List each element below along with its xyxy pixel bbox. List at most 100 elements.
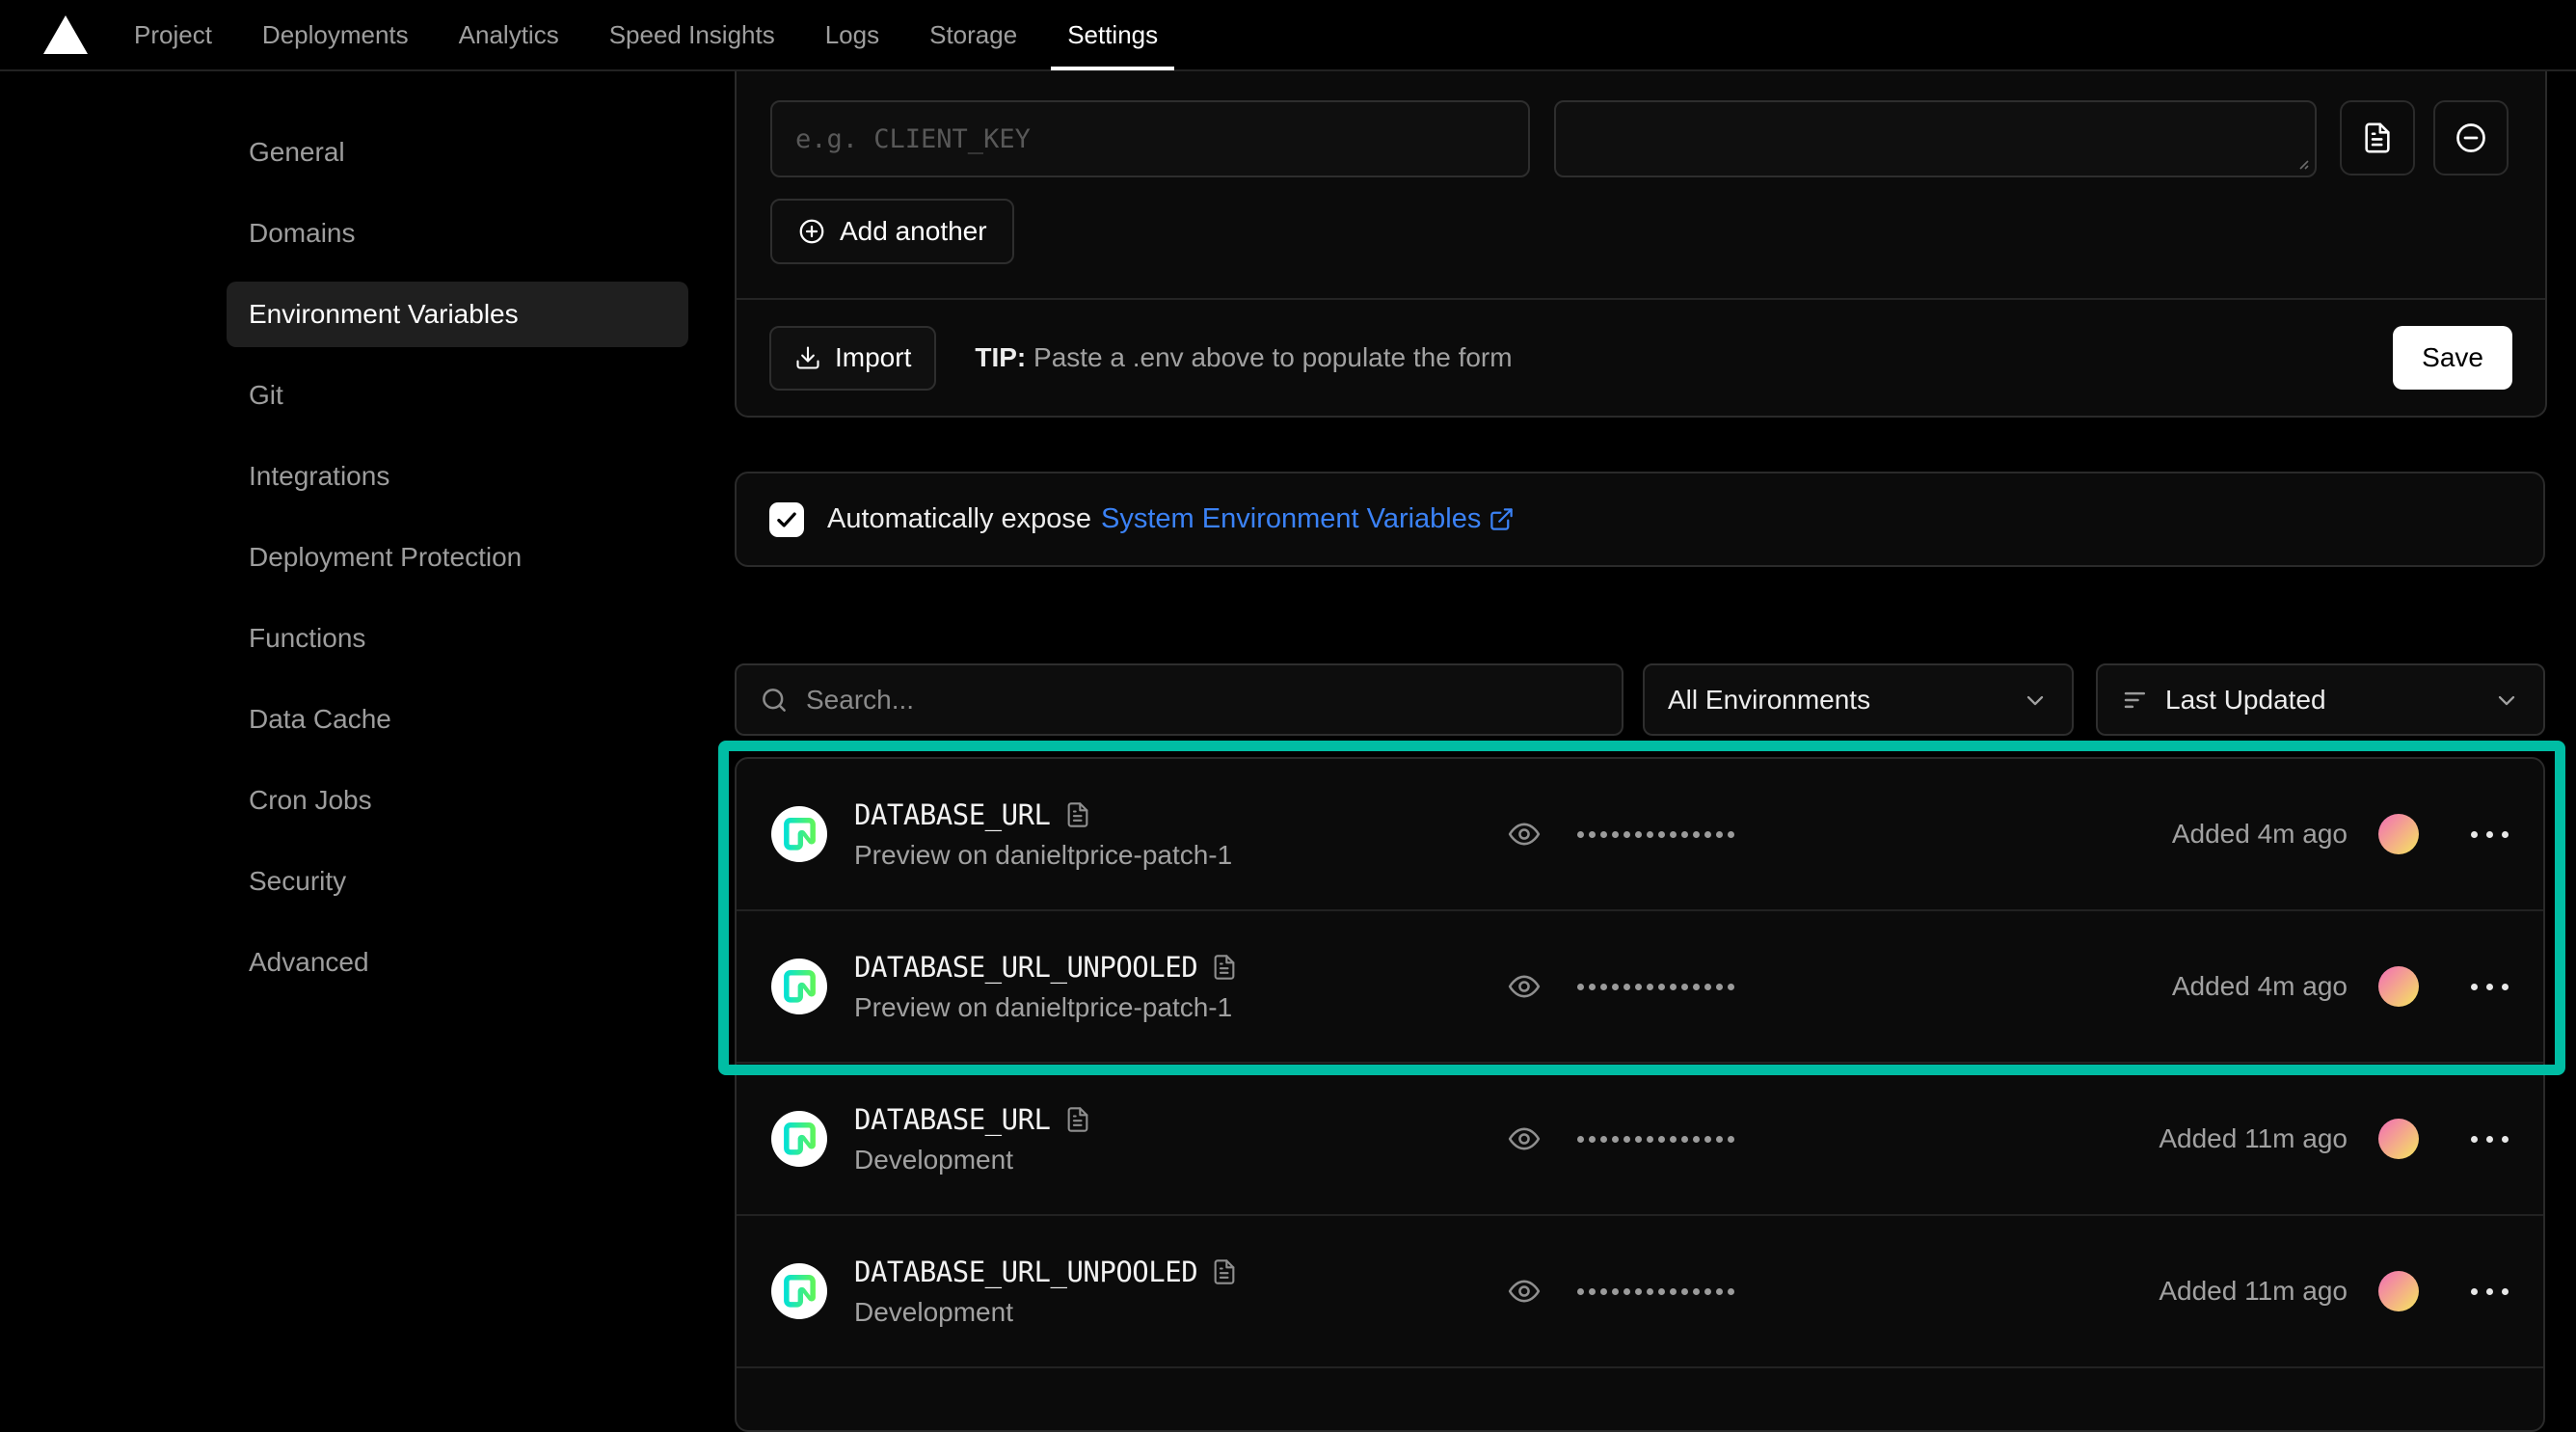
nav-item-logs[interactable]: Logs — [809, 0, 896, 70]
value-group — [1508, 818, 1734, 851]
row-actions-menu[interactable] — [2471, 831, 2509, 838]
eye-icon[interactable] — [1508, 970, 1541, 1003]
variable-environment: Preview on danieltprice-patch-1 — [854, 992, 1238, 1023]
add-another-button[interactable]: Add another — [770, 199, 1014, 264]
note-icon — [1211, 954, 1238, 981]
sidebar-item-general[interactable]: General — [227, 120, 688, 185]
external-link-icon — [1489, 506, 1515, 532]
added-timestamp: Added 4m ago — [2172, 971, 2348, 1002]
table-row: DATABASE_URL_UNPOOLED Preview on danielt… — [737, 911, 2543, 1064]
added-timestamp: Added 11m ago — [2159, 1276, 2348, 1307]
variable-name: DATABASE_URL_UNPOOLED — [854, 1256, 1197, 1288]
masked-value — [1577, 1136, 1734, 1143]
note-icon — [1064, 1106, 1091, 1133]
search-icon — [760, 686, 789, 715]
neon-integration-icon — [771, 1111, 827, 1167]
download-icon — [794, 344, 821, 371]
plus-circle-icon — [797, 217, 826, 246]
expose-label: Automatically expose — [827, 503, 1091, 535]
nav-item-settings[interactable]: Settings — [1051, 0, 1174, 70]
sidebar-item-git[interactable]: Git — [227, 363, 688, 428]
value-group — [1508, 970, 1734, 1003]
variable-environment: Preview on danieltprice-patch-1 — [854, 840, 1232, 871]
row-actions-menu[interactable] — [2471, 1136, 2509, 1143]
minus-circle-icon — [2454, 121, 2488, 155]
sidebar-item-environment-variables[interactable]: Environment Variables — [227, 282, 688, 347]
key-input[interactable] — [772, 102, 1528, 176]
neon-integration-icon — [771, 1263, 827, 1319]
form-footer: Import TIP: Paste a .env above to popula… — [737, 298, 2545, 416]
row-meta: Added 11m ago — [2159, 1271, 2509, 1311]
added-timestamp: Added 11m ago — [2159, 1123, 2348, 1154]
search-box — [735, 663, 1623, 736]
masked-value — [1577, 831, 1734, 838]
row-actions-menu[interactable] — [2471, 984, 2509, 990]
row-meta: Added 11m ago — [2159, 1119, 2509, 1159]
nav-item-storage[interactable]: Storage — [913, 0, 1033, 70]
import-button[interactable]: Import — [769, 326, 936, 391]
variable-info: DATABASE_URL_UNPOOLED Development — [854, 1256, 1238, 1328]
import-label: Import — [835, 342, 911, 373]
variable-environment: Development — [854, 1145, 1091, 1175]
add-another-label: Add another — [840, 216, 987, 247]
sidebar-item-domains[interactable]: Domains — [227, 201, 688, 266]
avatar — [2378, 966, 2419, 1007]
sidebar-item-cron-jobs[interactable]: Cron Jobs — [227, 768, 688, 833]
table-row: DATABASE_URL Development Added 11m ago — [737, 1064, 2543, 1216]
chevron-down-icon — [2022, 687, 2049, 714]
env-var-toolbar: All Environments Last Updated — [735, 663, 2545, 736]
row-meta: Added 4m ago — [2172, 966, 2509, 1007]
nav-item-analytics[interactable]: Analytics — [443, 0, 576, 70]
key-field-wrap — [770, 100, 1530, 177]
variable-name: DATABASE_URL_UNPOOLED — [854, 951, 1197, 984]
table-row: DATABASE_URL_UNPOOLED Development Added … — [737, 1216, 2543, 1368]
avatar — [2378, 1271, 2419, 1311]
sidebar-item-functions[interactable]: Functions — [227, 606, 688, 671]
variable-info: DATABASE_URL Development — [854, 1103, 1091, 1175]
system-env-card: Automatically expose System Environment … — [735, 472, 2545, 567]
added-timestamp: Added 4m ago — [2172, 819, 2348, 850]
neon-integration-icon — [771, 959, 827, 1014]
save-button[interactable]: Save — [2393, 326, 2512, 390]
paste-env-button[interactable] — [2340, 100, 2415, 176]
sort-order-select[interactable]: Last Updated — [2096, 663, 2545, 736]
top-nav: Project Deployments AnalyticsSpeed Insight… — [0, 0, 2576, 71]
vercel-logo-icon[interactable] — [40, 13, 91, 57]
env-var-list: DATABASE_URL Preview on danieltprice-pat… — [737, 759, 2543, 1368]
row-actions-menu[interactable] — [2471, 1288, 2509, 1295]
note-icon — [1211, 1258, 1238, 1285]
table-row: DATABASE_URL Preview on danieltprice-pat… — [737, 759, 2543, 911]
sidebar: General Domains Environment Variables Git In… — [0, 71, 735, 1385]
row-meta: Added 4m ago — [2172, 814, 2509, 854]
sidebar-item-integrations[interactable]: Integrations — [227, 444, 688, 509]
avatar — [2378, 814, 2419, 854]
remove-row-button[interactable] — [2433, 100, 2509, 176]
table-row-partial — [737, 1368, 2543, 1407]
nav-item-project[interactable]: Project — [118, 0, 228, 70]
value-input[interactable] — [1556, 102, 2315, 176]
eye-icon[interactable] — [1508, 1122, 1541, 1155]
tip-text: TIP: Paste a .env above to populate the … — [975, 342, 1512, 373]
neon-integration-icon — [771, 806, 827, 862]
search-input[interactable] — [806, 685, 1598, 716]
nav-item-speed-insights[interactable]: Speed Insights — [593, 0, 792, 70]
sidebar-item-deployment-protection[interactable]: Deployment Protection — [227, 525, 688, 590]
env-var-form-card: Add another Import TIP: Paste a .env abo… — [735, 71, 2547, 418]
document-icon — [2361, 122, 2394, 154]
environment-filter-select[interactable]: All Environments — [1643, 663, 2074, 736]
expose-checkbox[interactable] — [769, 502, 804, 537]
system-env-link[interactable]: System Environment Variables — [1101, 503, 1515, 535]
masked-value — [1577, 1288, 1734, 1295]
value-group — [1508, 1122, 1734, 1155]
masked-value — [1577, 984, 1734, 990]
eye-icon[interactable] — [1508, 1275, 1541, 1308]
sidebar-item-data-cache[interactable]: Data Cache — [227, 687, 688, 752]
resize-handle-icon[interactable] — [2294, 155, 2310, 171]
nav-item-deployments[interactable]: Deployments — [246, 0, 425, 70]
value-group — [1508, 1275, 1734, 1308]
sidebar-item-security[interactable]: Security — [227, 849, 688, 914]
avatar — [2378, 1119, 2419, 1159]
sidebar-item-advanced[interactable]: Advanced — [227, 930, 688, 995]
note-icon — [1064, 801, 1091, 828]
eye-icon[interactable] — [1508, 818, 1541, 851]
